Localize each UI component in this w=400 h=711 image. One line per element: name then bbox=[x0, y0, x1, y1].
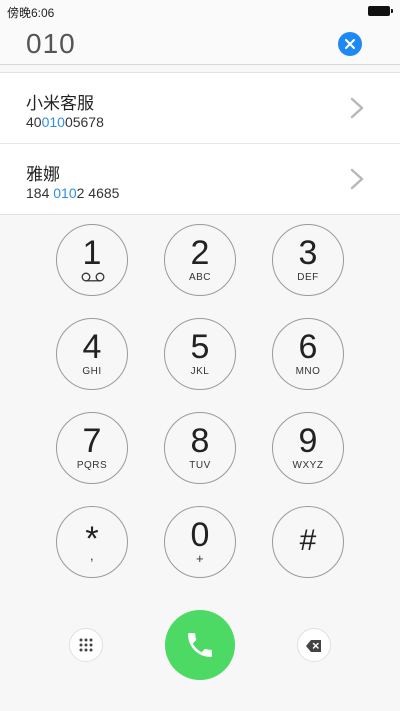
contact-number: 184 0102 4685 bbox=[26, 185, 120, 201]
key-5[interactable]: 5 JKL bbox=[164, 318, 236, 390]
backspace-button[interactable] bbox=[297, 628, 331, 662]
phone-icon bbox=[188, 633, 212, 657]
call-button[interactable] bbox=[165, 610, 235, 680]
key-3[interactable]: 3 DEF bbox=[272, 224, 344, 296]
contact-result[interactable]: 雅娜 184 0102 4685 bbox=[0, 144, 400, 214]
contact-results: 小米客服 4001005678 雅娜 184 0102 4685 bbox=[0, 72, 400, 215]
voicemail-icon bbox=[81, 272, 105, 282]
match-highlight: 010 bbox=[53, 185, 77, 201]
chevron-right-icon[interactable] bbox=[350, 168, 364, 190]
key-1[interactable]: 1 bbox=[56, 224, 128, 296]
key-4[interactable]: 4 GHI bbox=[56, 318, 128, 390]
status-time: 傍晚6:06 bbox=[7, 6, 55, 20]
call-action-bar bbox=[0, 594, 400, 711]
contact-name: 雅娜 bbox=[26, 165, 60, 184]
dialed-number: 010 bbox=[26, 28, 76, 59]
clear-button[interactable] bbox=[338, 32, 362, 56]
clear-icon bbox=[345, 39, 355, 49]
contact-result[interactable]: 小米客服 4001005678 bbox=[0, 73, 400, 144]
chevron-right-icon[interactable] bbox=[350, 97, 364, 119]
key-star[interactable]: * , bbox=[56, 506, 128, 578]
key-7[interactable]: 7 PQRS bbox=[56, 412, 128, 484]
status-bar: 傍晚6:06 bbox=[0, 0, 400, 22]
key-9[interactable]: 9 WXYZ bbox=[272, 412, 344, 484]
dial-header: 010 bbox=[0, 22, 400, 65]
key-2[interactable]: 2 ABC bbox=[164, 224, 236, 296]
keypad-grid-icon bbox=[79, 638, 93, 652]
dial-keypad: 1 2 ABC 3 DEF 4 GHI 5 JKL 6 MNO 7 PQRS 8… bbox=[0, 214, 400, 594]
key-6[interactable]: 6 MNO bbox=[272, 318, 344, 390]
backspace-icon bbox=[306, 640, 321, 652]
match-highlight: 010 bbox=[41, 114, 65, 130]
contact-number: 4001005678 bbox=[26, 114, 104, 130]
key-0[interactable]: 0 + bbox=[164, 506, 236, 578]
battery-icon bbox=[368, 6, 393, 16]
contact-name: 小米客服 bbox=[26, 94, 94, 113]
keypad-toggle-button[interactable] bbox=[69, 628, 103, 662]
key-hash[interactable]: # bbox=[272, 506, 344, 578]
key-8[interactable]: 8 TUV bbox=[164, 412, 236, 484]
